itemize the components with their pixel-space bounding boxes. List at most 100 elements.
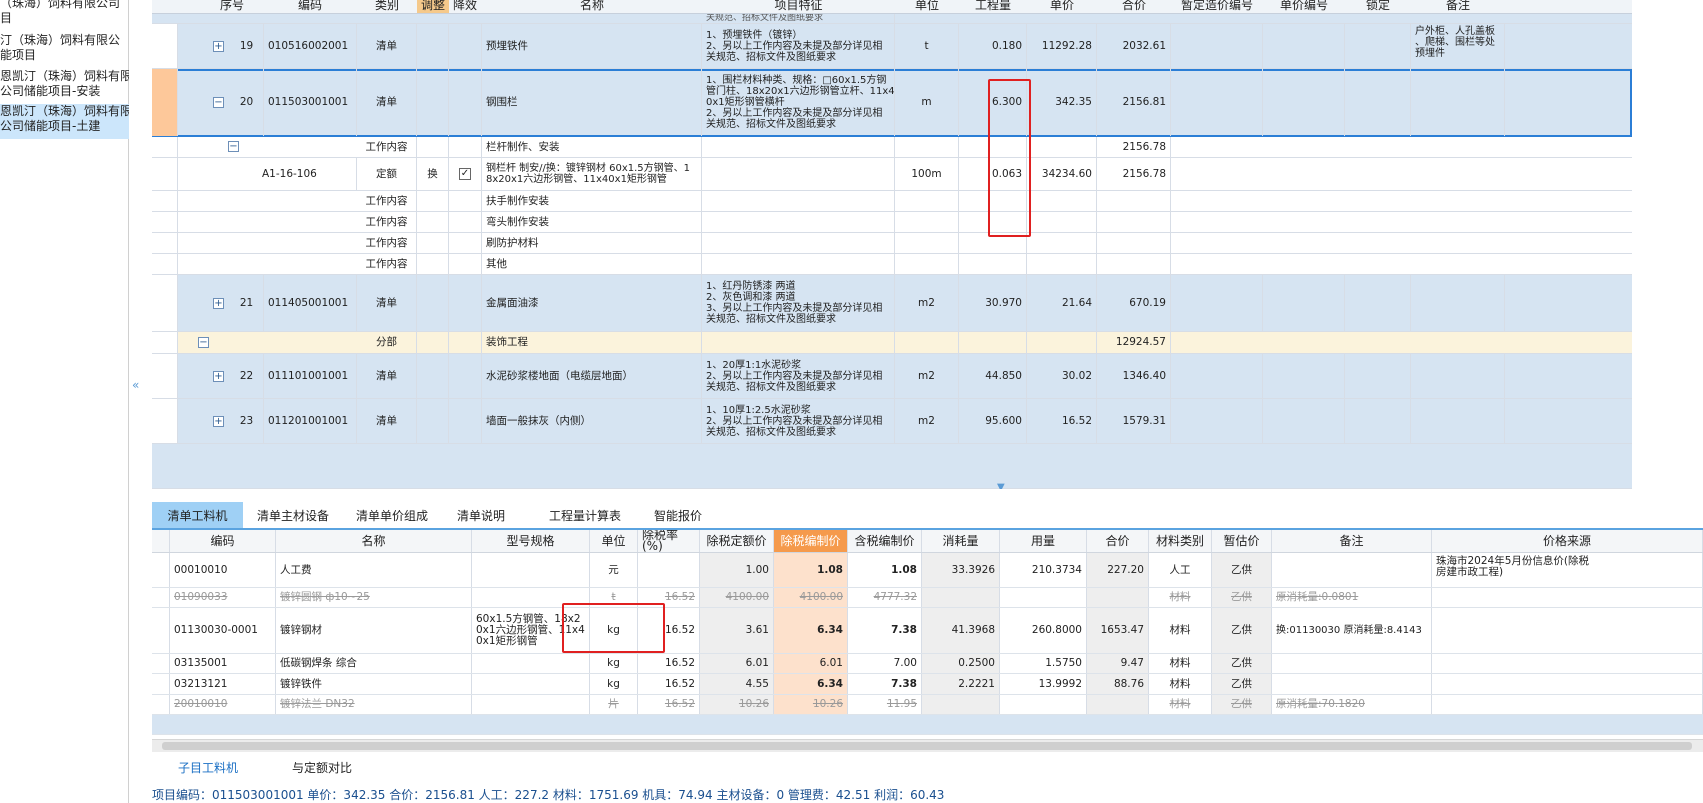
- table-row[interactable]: [152, 715, 1703, 735]
- project-item-2[interactable]: 汀（珠海）饲料有限公 能项目: [0, 33, 129, 67]
- table-row[interactable]: 工作内容 扶手制作安装: [152, 191, 1632, 212]
- header-consumption[interactable]: 消耗量: [922, 530, 1000, 552]
- header-remark[interactable]: 备注: [1272, 530, 1432, 552]
- table-row[interactable]: [152, 444, 1632, 489]
- table-row[interactable]: 03213121 镀锌铁件 kg 16.52 4.55 6.34 7.38 2.…: [152, 674, 1703, 695]
- header-unit[interactable]: 单位: [590, 530, 638, 552]
- feature-cell: 1、围栏材料种类、规格：□60x1.5方钢 管门柱、18x20x1六边形钢管立杆…: [702, 69, 895, 136]
- expand-icon[interactable]: +: [213, 41, 224, 52]
- tax-compile-price-cell[interactable]: 7.38: [848, 674, 922, 694]
- header-provisional[interactable]: 暂定造价编号: [1171, 0, 1263, 13]
- header-feature[interactable]: 项目特征: [702, 0, 895, 13]
- table-row[interactable]: 01130030-0001 镀锌钢材 60x1.5方钢管、18x2 0x1六边形…: [152, 608, 1703, 654]
- compile-price-cell[interactable]: 6.01: [774, 654, 848, 673]
- total-cell: [1097, 212, 1171, 232]
- header-total[interactable]: 合价: [1087, 530, 1149, 552]
- header-lock[interactable]: 锁定: [1345, 0, 1411, 13]
- header-code[interactable]: 编码: [264, 0, 356, 13]
- header-cat[interactable]: 类别: [357, 0, 417, 13]
- compile-price-cell[interactable]: 6.34: [774, 608, 848, 653]
- bottom-grid-header: 编码 名称 型号规格 单位 除税率(%) 除税定额价 除税编制价 含税编制价 消…: [152, 530, 1703, 553]
- header-compile-price[interactable]: 除税编制价: [774, 530, 848, 552]
- cat-cell: 分部: [357, 332, 417, 353]
- collapse-icon[interactable]: −: [228, 141, 239, 152]
- tab-bill-unit-price[interactable]: 清单单价组成: [349, 502, 435, 528]
- quota-price-cell: 6.01: [700, 654, 774, 673]
- tax-compile-price-cell[interactable]: 11.95: [848, 695, 922, 714]
- qty-cell: 30.970: [959, 275, 1027, 331]
- table-row[interactable]: + 21 011405001001 清单 金属面油漆 1、红丹防锈漆 两道 2、…: [152, 275, 1632, 332]
- feature-cell: [702, 254, 895, 274]
- header-price-source[interactable]: 价格来源: [1432, 530, 1703, 552]
- table-row[interactable]: 关规范、招标文件及图纸要求: [152, 14, 1632, 24]
- total-cell: 88.76: [1087, 674, 1149, 694]
- panel-splitter[interactable]: «: [129, 0, 152, 803]
- table-row[interactable]: 工作内容 弯头制作安装: [152, 212, 1632, 233]
- project-item-1[interactable]: （珠海）饲料有限公司 目: [0, 0, 129, 30]
- collapse-icon[interactable]: −: [213, 97, 224, 108]
- header-name[interactable]: 名称: [276, 530, 472, 552]
- table-row[interactable]: 工作内容 刷防护材料: [152, 233, 1632, 254]
- compile-price-cell[interactable]: 1.08: [774, 553, 848, 587]
- header-usage[interactable]: 用量: [1000, 530, 1087, 552]
- table-row[interactable]: + 23 011201001001 清单 墙面一般抹灰（内侧） 1、10厚1:2…: [152, 399, 1632, 444]
- table-row[interactable]: 03135001 低碳钢焊条 综合 kg 16.52 6.01 6.01 7.0…: [152, 654, 1703, 674]
- table-row[interactable]: A1-16-106 定额 换 ✓ 钢栏杆 制安//换：镀锌钢材 60x1.5方钢…: [152, 158, 1632, 191]
- tax-compile-price-cell[interactable]: 7.38: [848, 608, 922, 653]
- collapse-icon[interactable]: −: [198, 337, 209, 348]
- header-remark[interactable]: 备注: [1411, 0, 1505, 13]
- header-quota-price[interactable]: 除税定额价: [700, 530, 774, 552]
- header-adjust[interactable]: 调整: [417, 0, 449, 13]
- table-row[interactable]: 01090033 镀锌圆钢 ф10~25 t 16.52 4100.00 410…: [152, 588, 1703, 608]
- table-row-section[interactable]: − 分部 装饰工程 12924.57: [152, 332, 1632, 354]
- compile-price-cell[interactable]: 6.34: [774, 674, 848, 694]
- horizontal-scrollbar[interactable]: [152, 739, 1703, 752]
- table-row[interactable]: 工作内容 其他: [152, 254, 1632, 275]
- header-name[interactable]: 名称: [482, 0, 702, 13]
- tab-compare-quota[interactable]: 与定额对比: [292, 759, 352, 776]
- collapse-arrow-icon[interactable]: «: [132, 378, 139, 392]
- compile-price-cell[interactable]: 4100.00: [774, 588, 848, 607]
- header-material-type[interactable]: 材料类别: [1149, 530, 1212, 552]
- reduce-checkbox[interactable]: ✓: [459, 168, 471, 180]
- header-code[interactable]: 编码: [170, 530, 276, 552]
- lock-cell: [1345, 24, 1411, 68]
- table-row-selected[interactable]: − 20 011503001001 清单 钢围栏 1、围栏材料种类、规格：□60…: [152, 69, 1632, 137]
- tab-bill-description[interactable]: 清单说明: [443, 502, 519, 528]
- table-row[interactable]: + 22 011101001001 清单 水泥砂浆楼地面（电缆层地面） 1、20…: [152, 354, 1632, 399]
- code-cell: 010516002001: [264, 24, 357, 68]
- tax-compile-price-cell[interactable]: 1.08: [848, 553, 922, 587]
- table-row[interactable]: 00010010 人工费 元 1.00 1.08 1.08 33.3926 21…: [152, 553, 1703, 588]
- header-price-no[interactable]: 单价编号: [1263, 0, 1345, 13]
- tax-compile-price-cell[interactable]: 7.00: [848, 654, 922, 673]
- split-down-icon[interactable]: ▼: [997, 482, 1005, 489]
- tab-item-labor-material[interactable]: 子目工料机: [178, 759, 238, 776]
- header-total[interactable]: 合价: [1097, 0, 1171, 13]
- header-spec[interactable]: 型号规格: [472, 530, 590, 552]
- reduce-cell[interactable]: ✓: [449, 158, 482, 190]
- header-seq[interactable]: 序号: [202, 0, 262, 13]
- table-row[interactable]: + 19 010516002001 清单 预埋铁件 1、预埋铁件（镀锌） 2、另…: [152, 24, 1632, 69]
- expand-icon[interactable]: +: [213, 416, 224, 427]
- header-qty[interactable]: 工程量: [959, 0, 1027, 13]
- project-item-install[interactable]: 恩凯汀（珠海）饲料有限 公司储能项目-安装: [0, 69, 129, 103]
- header-unit[interactable]: 单位: [895, 0, 959, 13]
- header-provisional[interactable]: 暂估价: [1212, 530, 1272, 552]
- scroll-thumb[interactable]: [162, 742, 1692, 750]
- tab-smart-quote[interactable]: 智能报价: [647, 502, 709, 528]
- adjust-cell: 换: [417, 158, 449, 190]
- tab-quantity-calc[interactable]: 工程量计算表: [541, 502, 629, 528]
- project-item-civil[interactable]: 恩凯汀（珠海）饲料有限 公司储能项目-土建: [0, 104, 129, 139]
- tab-bill-labor-material[interactable]: 清单工料机: [152, 502, 243, 528]
- header-reduce[interactable]: 降效: [449, 0, 481, 13]
- table-row[interactable]: − 工作内容 栏杆制作、安装 2156.78: [152, 137, 1632, 158]
- expand-icon[interactable]: +: [213, 371, 224, 382]
- table-row[interactable]: 20010010 镀锌法兰 DN32 片 16.52 10.26 10.26 1…: [152, 695, 1703, 715]
- compile-price-cell[interactable]: 10.26: [774, 695, 848, 714]
- tax-compile-price-cell[interactable]: 4777.32: [848, 588, 922, 607]
- header-tax-rate[interactable]: 除税率(%): [638, 530, 700, 552]
- header-price[interactable]: 单价: [1027, 0, 1097, 13]
- expand-icon[interactable]: +: [213, 298, 224, 309]
- header-tax-compile-price[interactable]: 含税编制价: [848, 530, 922, 552]
- tab-bill-main-material[interactable]: 清单主材设备: [249, 502, 337, 528]
